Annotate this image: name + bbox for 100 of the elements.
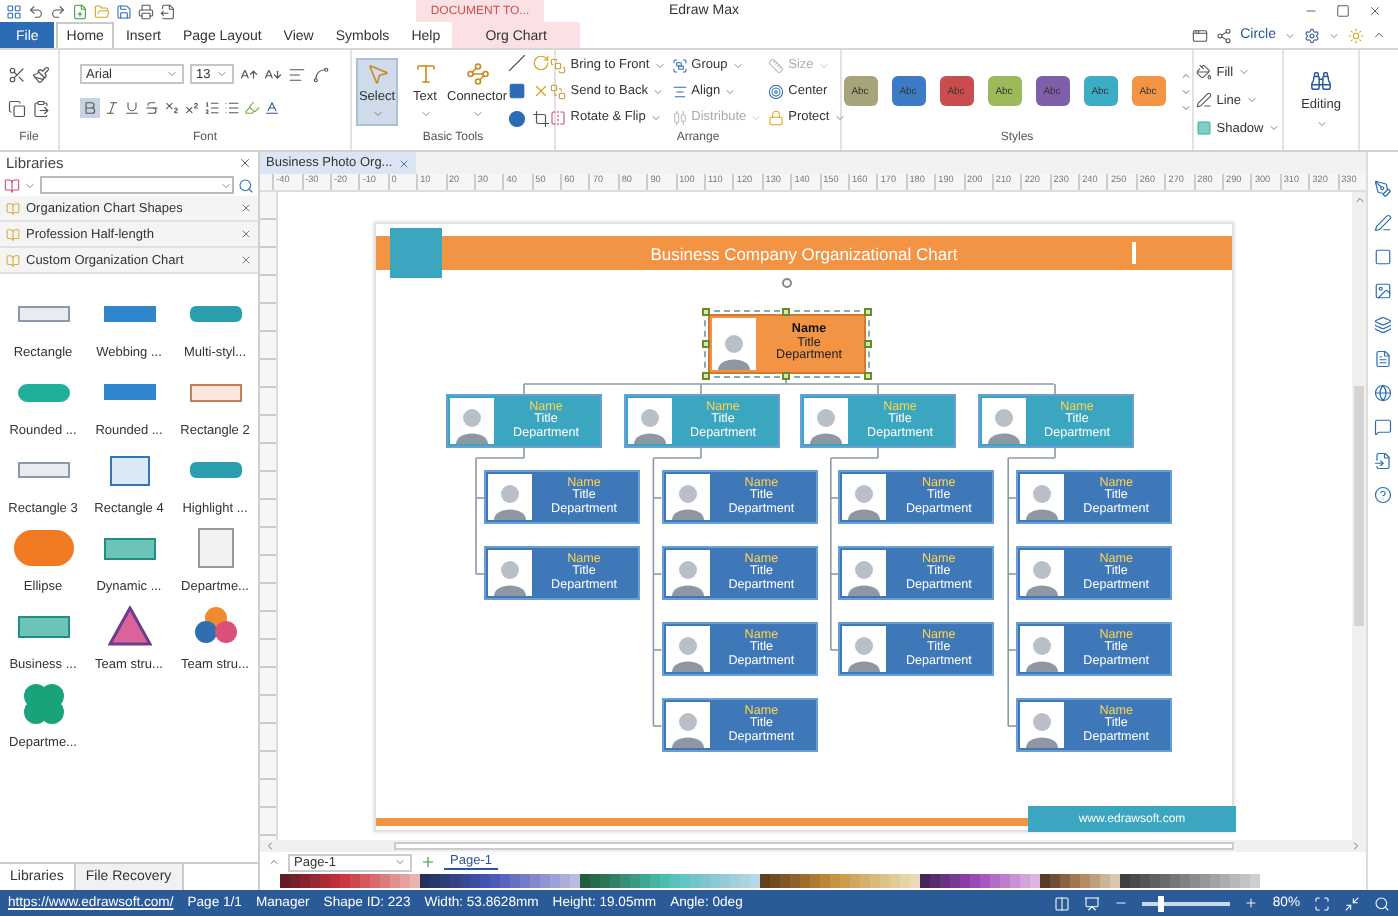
comment-icon[interactable] [1374,418,1392,436]
close-icon[interactable] [238,156,252,170]
flip-icon [550,109,567,125]
shape-thumbnail [193,606,237,646]
superscript-icon[interactable] [184,100,200,116]
paste-icon[interactable] [32,99,50,117]
scroll-left-icon [264,840,276,852]
caret-icon [1284,29,1296,41]
window-icon[interactable] [1192,27,1209,43]
edit-icon[interactable] [1374,214,1392,232]
export-icon[interactable] [160,3,176,19]
caret-icon [166,68,178,80]
send-back-icon [550,83,567,99]
shrink-font-icon[interactable] [264,65,282,83]
person-silhouette-icon [716,330,752,370]
shape-thumbnail [103,384,155,400]
align-icon [671,83,688,99]
collapse-icon[interactable] [1372,28,1386,42]
group-icon [671,57,688,73]
shape-thumbnail [189,462,241,478]
file-icon[interactable] [1374,452,1392,470]
shape-thumbnail [21,682,65,726]
shadow-icon [1196,120,1213,136]
zoom-icon[interactable] [1374,895,1390,911]
redo-icon[interactable] [50,3,66,19]
bold-button[interactable] [80,98,100,118]
selection-frame[interactable] [698,278,876,384]
shape-thumbnail [17,462,69,478]
strikethrough-icon[interactable] [144,100,160,116]
line-spacing-icon[interactable] [204,100,220,116]
search-field[interactable] [40,176,234,194]
library-icon[interactable] [4,177,20,193]
new-file-icon[interactable] [72,3,88,19]
shape-thumbnail [17,306,69,322]
vertical-scrollbar[interactable] [1352,192,1366,840]
slider-thumb[interactable] [1158,895,1165,911]
zoom-in-icon[interactable] [1244,896,1259,910]
subscript-icon[interactable] [164,100,180,116]
horizontal-scrollbar[interactable] [260,840,1366,852]
shape-thumbnail [17,383,69,401]
ellipse-icon[interactable] [508,110,526,128]
text-icon [413,61,437,86]
target-icon [768,83,785,99]
fit-width-icon[interactable] [1344,895,1360,911]
caret-icon [1245,94,1258,106]
caret-icon [653,59,666,71]
caret-icon [817,59,830,71]
caret-icon [419,108,431,121]
settings-icon[interactable] [1304,27,1320,43]
caret-icon [1267,122,1280,134]
distribute-icon [671,109,688,125]
caret-icon [1328,29,1340,41]
pointer-icon [365,61,389,86]
shape-thumbnail [189,383,241,401]
align-icon[interactable] [288,65,306,83]
line-icon[interactable] [508,54,526,72]
page-view-icon[interactable] [1054,895,1071,911]
help-icon[interactable] [1374,486,1392,504]
search-icon[interactable] [238,177,254,193]
connector-icon [465,61,489,86]
rectangle-icon[interactable] [508,82,526,100]
shape-thumbnail [109,455,149,485]
lock-icon [768,109,785,125]
cut-icon[interactable] [8,65,26,83]
presentation-icon[interactable] [1084,895,1101,911]
square-icon[interactable] [1374,248,1392,266]
close-icon[interactable] [1368,4,1382,18]
bold-icon [82,100,98,116]
copy-icon[interactable] [8,99,26,117]
underline-icon[interactable] [124,100,140,116]
color-palette-drawing[interactable] [280,874,1260,888]
font-color-icon[interactable] [264,100,280,116]
header-square [390,228,442,278]
close-icon[interactable] [240,202,252,214]
pen-icon[interactable] [1374,180,1392,198]
globe-icon[interactable] [1374,384,1392,402]
fill-icon [1196,64,1213,80]
layers-icon[interactable] [1374,316,1392,334]
print-icon[interactable] [138,3,154,19]
grow-font-icon[interactable] [240,65,258,83]
share-icon[interactable] [1216,27,1233,43]
crop-icon[interactable] [532,110,550,128]
format-painter-icon[interactable] [32,65,50,83]
caret-icon [649,111,662,123]
caret-icon [1315,117,1327,130]
save-icon[interactable] [116,3,132,19]
maximize-icon[interactable] [1336,4,1350,18]
zoom-out-icon[interactable] [1114,896,1129,910]
close-icon [398,157,411,169]
image-icon[interactable] [1374,282,1392,300]
caret-icon [471,108,483,121]
undo-icon[interactable] [28,3,44,19]
close-icon[interactable] [240,228,252,240]
fit-page-icon[interactable] [1314,895,1330,911]
document-icon[interactable] [1374,350,1392,368]
bullet-list-icon[interactable] [224,100,240,116]
curve-icon[interactable] [312,65,330,83]
italic-icon[interactable] [104,100,120,116]
ruler-icon [768,57,785,73]
close-icon[interactable] [240,254,252,266]
